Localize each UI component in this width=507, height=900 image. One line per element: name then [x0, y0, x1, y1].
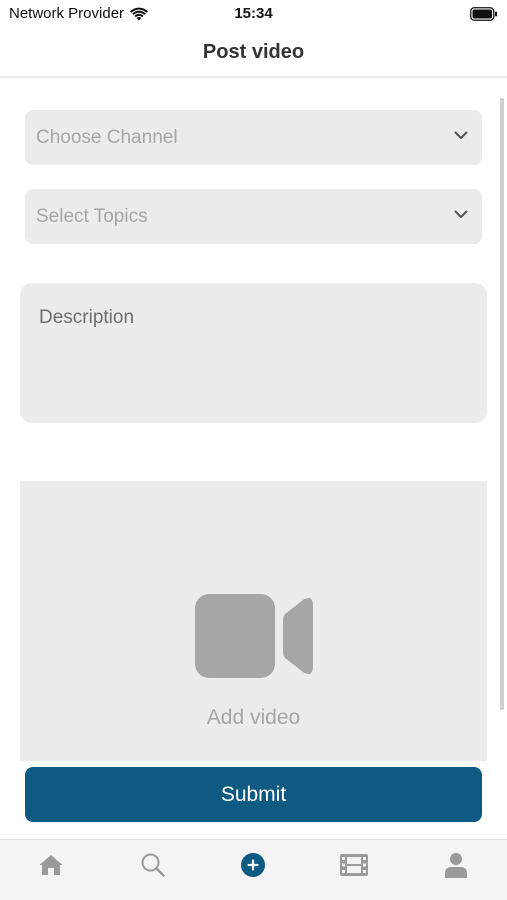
add-video-label: Add video	[206, 706, 301, 729]
add-circle-icon	[241, 853, 265, 877]
chevron-down-icon	[454, 131, 468, 139]
channel-select-placeholder: Choose Channel	[36, 127, 178, 148]
tab-profile[interactable]	[436, 848, 476, 882]
channel-select[interactable]: Choose Channel	[25, 110, 482, 165]
chevron-down-icon	[454, 210, 468, 218]
film-icon	[340, 854, 368, 876]
description-field[interactable]: Description	[20, 283, 487, 423]
tab-home[interactable]	[31, 848, 71, 882]
navigation-bar: Post video	[0, 30, 507, 78]
scrollbar[interactable]	[500, 98, 504, 710]
carrier-name: Network Provider	[9, 5, 125, 22]
description-placeholder: Description	[39, 307, 135, 328]
status-bar: Network Provider 15:34	[0, 0, 507, 30]
profile-icon	[445, 853, 467, 878]
home-icon	[39, 855, 63, 875]
video-camera-icon	[195, 594, 313, 678]
tab-videos[interactable]	[334, 848, 374, 882]
tab-bar	[0, 839, 507, 900]
carrier-info: Network Provider	[9, 5, 149, 22]
search-icon	[141, 853, 165, 877]
wifi-icon	[130, 7, 149, 20]
battery-icon	[470, 7, 497, 21]
tab-add[interactable]	[233, 848, 273, 882]
submit-button[interactable]: Submit	[25, 767, 482, 822]
page-title: Post video	[202, 41, 305, 63]
topics-select-placeholder: Select Topics	[36, 206, 148, 227]
topics-select[interactable]: Select Topics	[25, 189, 482, 244]
add-video-area[interactable]: Add video	[20, 481, 487, 761]
tab-search[interactable]	[133, 848, 173, 882]
